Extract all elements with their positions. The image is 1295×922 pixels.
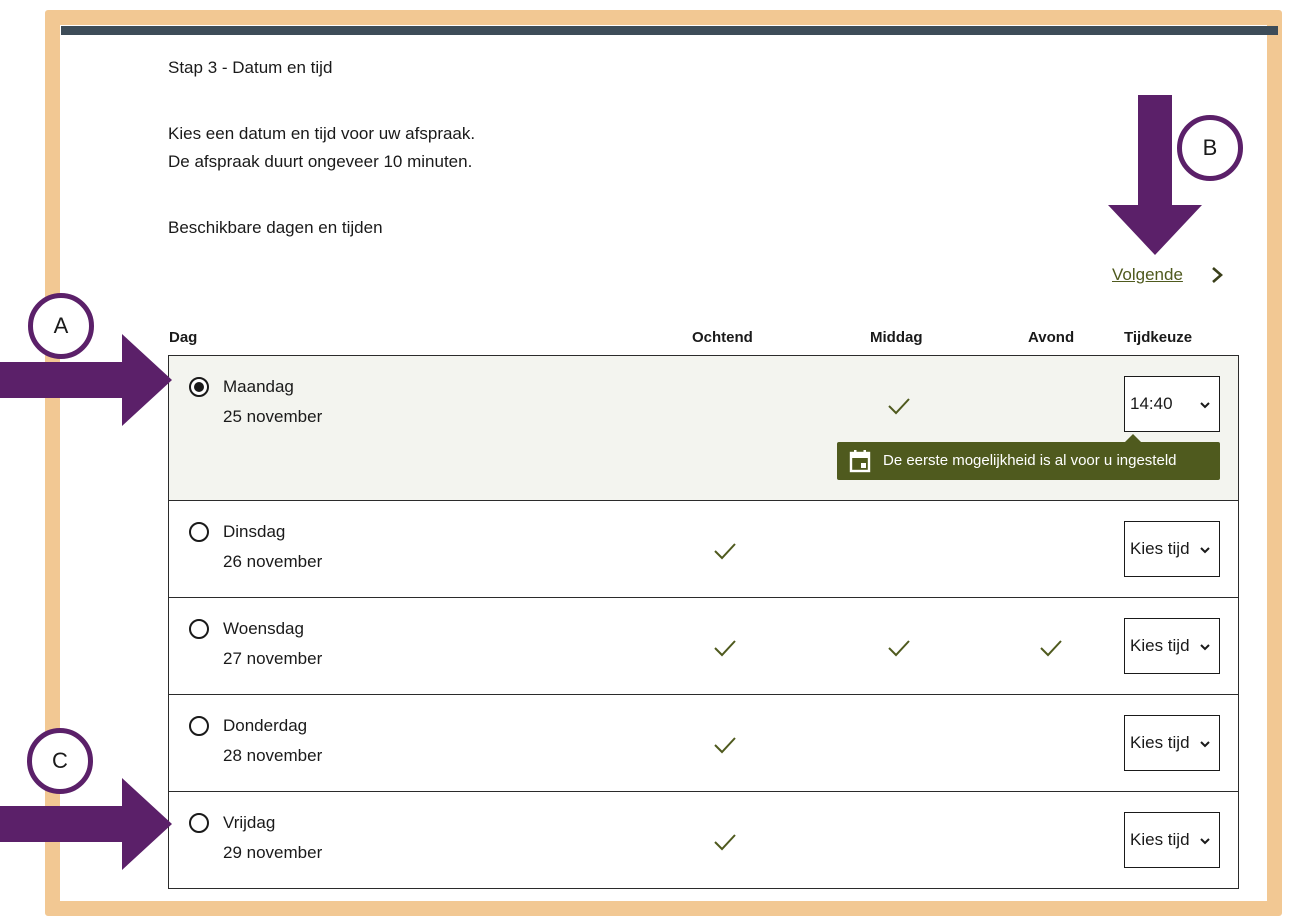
day-radio-vrijdag[interactable] [189, 813, 209, 833]
intro-text-line-2: De afspraak duurt ongeveer 10 minuten. [168, 152, 473, 171]
day-name: Donderdag [223, 716, 308, 735]
annotation-arrow-b [1108, 95, 1202, 255]
day-date: 26 november [223, 552, 323, 571]
morning-available-check-icon [714, 834, 736, 851]
day-date: 25 november [223, 407, 323, 426]
column-header-time-choice: Tijdkeuze [1124, 329, 1193, 346]
time-select-maandag[interactable]: 14:40 [1124, 376, 1220, 432]
day-name: Vrijdag [223, 813, 276, 832]
column-header-morning: Ochtend [692, 329, 753, 346]
evening-available-check-icon [1040, 640, 1062, 657]
time-select-value: 14:40 [1130, 394, 1173, 413]
calendar-icon [849, 450, 871, 473]
afternoon-available-check-icon [888, 640, 910, 657]
intro-text-line-1: Kies een datum en tijd voor uw afspraak. [168, 124, 476, 143]
day-radio-woensdag[interactable] [189, 619, 209, 639]
chevron-down-icon [1200, 741, 1210, 748]
chevron-down-icon [1200, 838, 1210, 845]
header-bar [61, 26, 1278, 35]
chevron-right-icon[interactable] [1206, 264, 1228, 286]
time-select-value: Kies tijd [1130, 830, 1190, 849]
available-days-heading: Beschikbare dagen en tijden [168, 218, 383, 237]
day-radio-dinsdag[interactable] [189, 522, 209, 542]
annotation-arrow-c [0, 778, 172, 870]
day-row-vrijdag[interactable]: Vrijdag 29 november Kies tijd [168, 791, 1239, 889]
day-row-maandag[interactable]: Maandag 25 november 14:40 De eerste moge… [168, 355, 1239, 501]
time-select-donderdag[interactable]: Kies tijd [1124, 715, 1220, 771]
annotation-marker-a: A [28, 293, 94, 359]
day-radio-maandag[interactable] [189, 377, 209, 397]
time-select-value: Kies tijd [1130, 539, 1190, 558]
time-select-vrijdag[interactable]: Kies tijd [1124, 812, 1220, 868]
day-name: Woensdag [223, 619, 304, 638]
tooltip-text: De eerste mogelijkheid is al voor u inge… [883, 452, 1177, 469]
day-radio-donderdag[interactable] [189, 716, 209, 736]
day-row-dinsdag[interactable]: Dinsdag 26 november Kies tijd [168, 500, 1239, 598]
afternoon-available-check-icon [888, 398, 910, 415]
column-header-afternoon: Middag [870, 329, 923, 346]
time-select-woensdag[interactable]: Kies tijd [1124, 618, 1220, 674]
morning-available-check-icon [714, 543, 736, 560]
annotation-marker-b: B [1177, 115, 1243, 181]
time-select-value: Kies tijd [1130, 733, 1190, 752]
annotation-marker-c: C [27, 728, 93, 794]
day-date: 28 november [223, 746, 323, 765]
column-header-evening: Avond [1028, 329, 1075, 346]
time-select-value: Kies tijd [1130, 636, 1190, 655]
chevron-down-icon [1200, 547, 1210, 554]
day-date: 27 november [223, 649, 323, 668]
time-select-dinsdag[interactable]: Kies tijd [1124, 521, 1220, 577]
annotation-arrow-a [0, 334, 172, 426]
chevron-down-icon [1200, 644, 1210, 651]
first-option-tooltip: De eerste mogelijkheid is al voor u inge… [837, 434, 1220, 480]
day-row-woensdag[interactable]: Woensdag 27 november Kies tijd [168, 597, 1239, 695]
step-title: Stap 3 - Datum en tijd [168, 58, 333, 77]
morning-available-check-icon [714, 640, 736, 657]
day-row-donderdag[interactable]: Donderdag 28 november Kies tijd [168, 694, 1239, 792]
day-name: Dinsdag [223, 522, 286, 541]
next-week-link[interactable]: Volgende [1112, 263, 1183, 287]
morning-available-check-icon [714, 737, 736, 754]
day-name: Maandag [223, 377, 294, 396]
day-date: 29 november [223, 843, 323, 862]
chevron-down-icon [1200, 402, 1210, 409]
